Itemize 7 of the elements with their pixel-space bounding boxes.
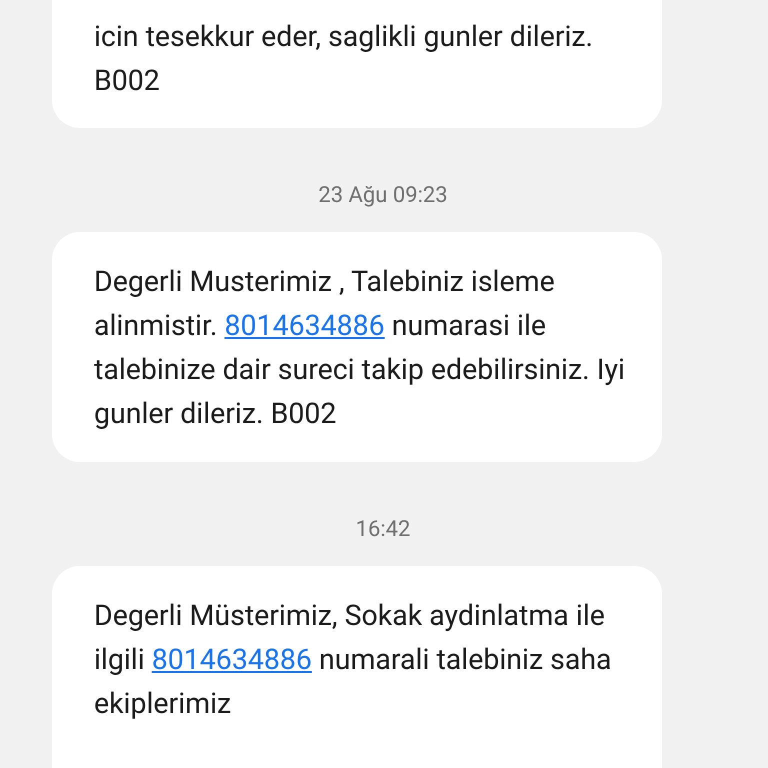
timestamp: 16:42 — [356, 516, 410, 544]
phone-link[interactable]: 8014634886 — [224, 309, 385, 342]
message-text: Degerli Musterimiz , Talebiniz isleme alinmistir. 8014634886 numarasi ile talebinize dair sureci takip edebilirsiniz. Iyi gunler dileriz. B002 — [93, 264, 626, 432]
phone-link[interactable]: 8014634886 — [152, 643, 312, 676]
timestamp: 23 Ağu 09:23 — [318, 182, 448, 210]
message-text: Degerli Müsterimiz, Sokak aydinlatma ile ilgili 8014634886 numarali talebiniz saha ekiplerimiz — [93, 598, 613, 722]
message-text: icin tesekkur eder, saglikli gunler dileriz. B002 — [93, 19, 594, 99]
